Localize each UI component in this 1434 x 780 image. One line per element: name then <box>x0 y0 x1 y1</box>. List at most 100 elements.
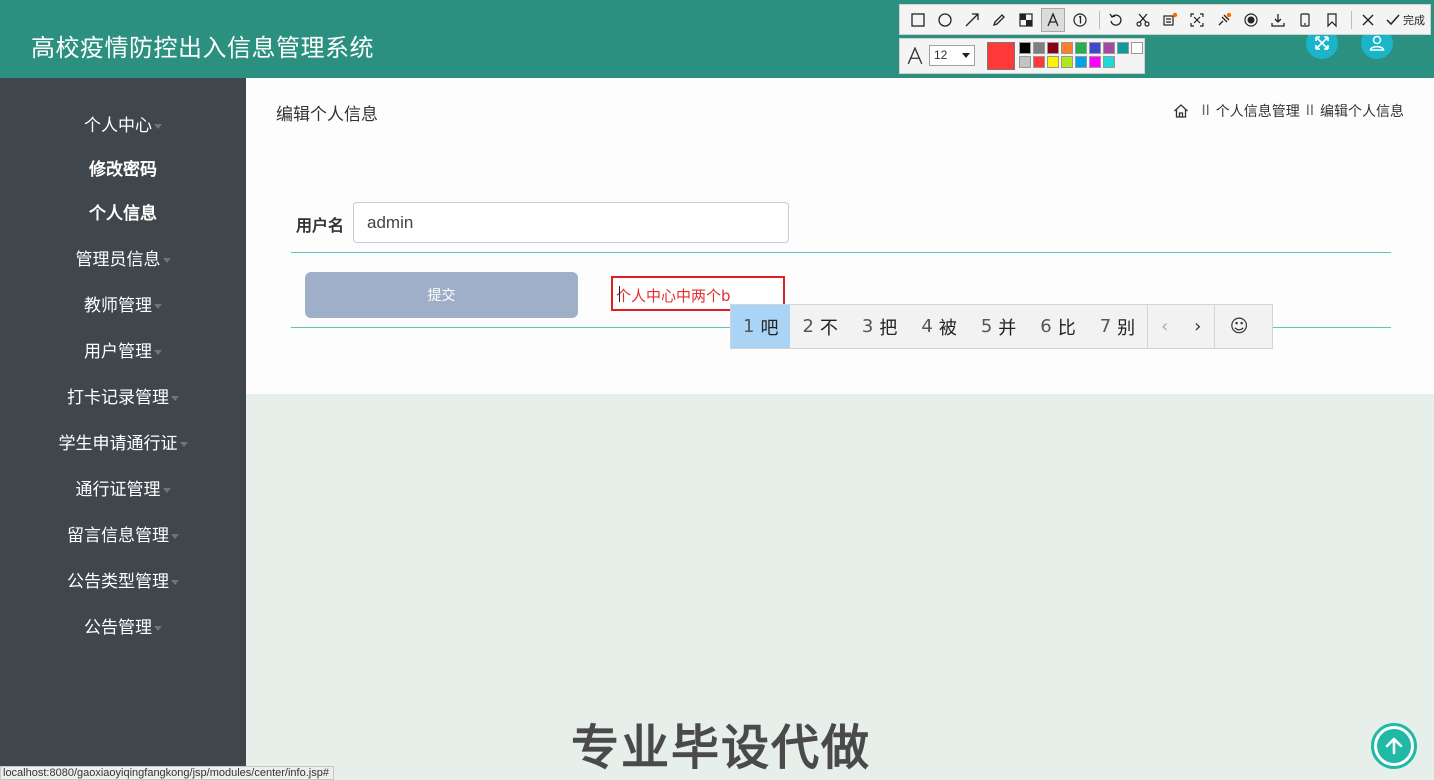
arrow-icon <box>965 12 979 26</box>
pen-tool[interactable] <box>987 8 1011 32</box>
color-swatch[interactable] <box>1103 42 1115 54</box>
sidebar-item[interactable]: 管理员信息 <box>0 245 246 270</box>
sidebar-item-label: 留言信息管理 <box>67 526 169 546</box>
text-tool[interactable] <box>1041 7 1065 32</box>
sidebar-item-label: 修改密码 <box>89 160 157 180</box>
ocr-icon <box>1163 12 1178 26</box>
back-to-top-button[interactable] <box>1371 723 1417 769</box>
pin-icon <box>1218 12 1232 25</box>
sidebar-item-label: 教师管理 <box>84 296 152 316</box>
ime-prev-page-button[interactable]: ‹ <box>1148 305 1181 348</box>
done-button[interactable]: 完成 <box>1385 12 1425 28</box>
download-tool[interactable] <box>1266 8 1290 32</box>
app-title: 高校疫情防控出入信息管理系统 <box>31 34 374 62</box>
caret-down-icon <box>154 303 162 309</box>
current-color-swatch[interactable] <box>987 42 1015 70</box>
cut-icon <box>1136 13 1150 27</box>
ellipse-tool[interactable] <box>933 8 957 32</box>
sidebar-item[interactable]: 打卡记录管理 <box>0 383 246 408</box>
rectangle-tool[interactable] <box>906 8 930 32</box>
color-swatch[interactable] <box>1061 56 1073 68</box>
username-input[interactable] <box>353 202 789 243</box>
rectangle-icon <box>911 12 925 27</box>
bookmark-tool[interactable] <box>1320 8 1344 32</box>
text-icon <box>1047 11 1059 26</box>
sidebar-item-label: 个人信息 <box>89 204 157 224</box>
font-size-select[interactable]: 12 <box>929 45 975 66</box>
sidebar-item-label: 学生申请通行证 <box>58 434 178 454</box>
done-label: 完成 <box>1403 13 1425 27</box>
mosaic-tool[interactable] <box>1014 8 1038 32</box>
color-swatch[interactable] <box>1061 42 1073 54</box>
sidebar-item[interactable]: 个人信息 <box>0 199 246 224</box>
color-swatch[interactable] <box>1089 42 1101 54</box>
sidebar-item[interactable]: 教师管理 <box>0 291 246 316</box>
download-icon <box>1271 13 1285 27</box>
ime-candidate[interactable]: 5并 <box>969 305 1028 348</box>
form-divider <box>291 252 1391 253</box>
sidebar-item[interactable]: 学生申请通行证 <box>0 429 246 454</box>
candidate-char: 吧 <box>760 317 779 339</box>
color-swatch[interactable] <box>1019 42 1031 54</box>
caret-down-icon <box>154 123 162 129</box>
cut-tool[interactable] <box>1131 8 1155 32</box>
font-icon <box>907 47 923 65</box>
sidebar-item[interactable]: 修改密码 <box>0 155 246 180</box>
sidebar-item[interactable]: 公告类型管理 <box>0 567 246 592</box>
sidebar-item-label: 公告类型管理 <box>67 572 169 592</box>
toolbar-separator <box>1351 10 1352 29</box>
sidebar-item[interactable]: 留言信息管理 <box>0 521 246 546</box>
color-swatch[interactable] <box>1131 42 1143 54</box>
ime-next-page-button[interactable]: › <box>1181 305 1214 348</box>
ime-candidate[interactable]: 6比 <box>1028 305 1087 348</box>
color-swatch[interactable] <box>1019 56 1031 68</box>
watermark-text: 专业毕设代做 <box>571 720 872 776</box>
color-swatch[interactable] <box>1033 42 1045 54</box>
caret-down-icon <box>179 441 188 447</box>
sidebar-item-label: 用户管理 <box>84 342 152 362</box>
sidebar-item[interactable]: 个人中心 <box>0 111 246 136</box>
ocr-tool[interactable] <box>1158 8 1182 32</box>
sidebar-item-label: 管理员信息 <box>75 250 161 270</box>
bookmark-icon <box>1327 12 1337 27</box>
candidate-char: 不 <box>819 317 838 339</box>
candidate-number: 2 <box>802 316 814 337</box>
phone-tool[interactable] <box>1293 8 1317 32</box>
candidate-char: 比 <box>1057 317 1076 339</box>
toolbar-separator <box>1099 10 1100 29</box>
color-swatch[interactable] <box>1047 56 1059 68</box>
submit-button[interactable]: 提交 <box>305 272 578 318</box>
ime-candidate[interactable]: 4被 <box>909 305 968 348</box>
emoji-icon[interactable]: ☺ <box>1215 305 1263 348</box>
expand-arrows-icon <box>1315 36 1329 50</box>
number-tool[interactable] <box>1068 8 1092 32</box>
sidebar-item[interactable]: 公告管理 <box>0 613 246 638</box>
home-icon[interactable] <box>1173 103 1189 119</box>
ime-candidate[interactable]: 3把 <box>850 305 909 348</box>
ime-candidate[interactable]: 2不 <box>790 305 849 348</box>
color-swatch[interactable] <box>1089 56 1101 68</box>
sidebar-item[interactable]: 通行证管理 <box>0 475 246 500</box>
ime-candidate[interactable]: 7别 <box>1088 305 1147 348</box>
breadcrumb-item[interactable]: 个人信息管理 <box>1216 101 1300 121</box>
record-tool[interactable] <box>1239 8 1263 32</box>
color-swatch[interactable] <box>1075 42 1087 54</box>
arrow-tool[interactable] <box>960 8 984 32</box>
color-swatch[interactable] <box>1033 56 1045 68</box>
ime-candidate[interactable]: 1吧 <box>731 305 791 348</box>
username-label: 用户名 <box>296 216 345 235</box>
color-swatch[interactable] <box>1047 42 1059 54</box>
candidate-char: 别 <box>1117 317 1136 339</box>
sidebar-item[interactable]: 用户管理 <box>0 337 246 362</box>
candidate-number: 5 <box>980 316 993 337</box>
pin-tool[interactable] <box>1212 8 1236 32</box>
color-swatch[interactable] <box>1117 42 1129 54</box>
undo-tool[interactable] <box>1104 8 1128 32</box>
color-swatch[interactable] <box>1103 56 1115 68</box>
ime-candidate-bar: 1 吧 2 不 3 把 4 被 5 并 6 比 7 别 ‹ › ☺ <box>730 304 1273 349</box>
close-tool[interactable] <box>1356 8 1380 32</box>
scan-tool[interactable] <box>1185 8 1209 32</box>
color-swatch[interactable] <box>1075 56 1087 68</box>
annotation-text: 个人中心中两个b <box>616 287 731 305</box>
caret-down-icon <box>171 579 179 585</box>
